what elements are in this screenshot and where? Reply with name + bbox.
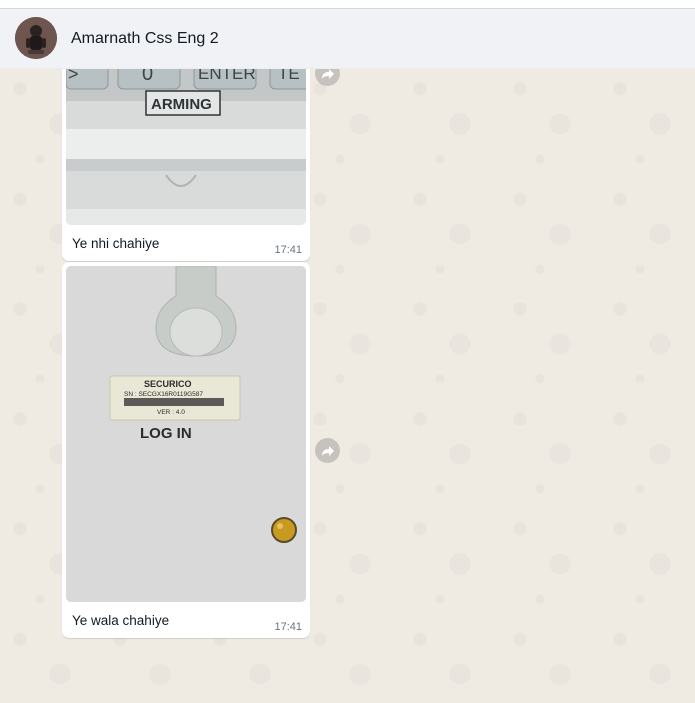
label-brand: SECURICO [144, 379, 192, 389]
keypad-key-zero: 0 [142, 69, 153, 85]
panel-label-arming: ARMING [151, 96, 212, 113]
message-caption-2: Ye wala chahiye [72, 613, 170, 628]
label-serial: SN : SECGX16R0119G587 [124, 391, 203, 398]
keypad-key-partial: TE [278, 69, 300, 83]
message-caption-1: Ye nhi chahiye [72, 236, 160, 251]
message-photo-1[interactable]: > 0 ENTER TE ARMING [66, 69, 306, 225]
keypad-key-enter: ENTER [198, 69, 256, 83]
contact-avatar[interactable] [15, 17, 57, 59]
message-bubble-1[interactable]: > 0 ENTER TE ARMING Ye nhi chahiye 17:41 [62, 69, 310, 261]
avatar-image [15, 17, 57, 59]
label-log-in: LOG IN [140, 425, 192, 442]
svg-text:>: > [68, 69, 79, 84]
message-photo-2[interactable]: SECURICO SN : SECGX16R0119G587 VER : 4.0… [66, 266, 306, 602]
message-time-1: 17:41 [274, 244, 302, 256]
message-time-2: 17:41 [274, 621, 302, 633]
chat-header[interactable]: Amarnath Css Eng 2 [0, 9, 695, 69]
window-top-strip [0, 0, 695, 9]
label-version: VER : 4.0 [157, 409, 185, 416]
forward-arrow-icon[interactable] [315, 438, 340, 463]
message-bubble-2[interactable]: SECURICO SN : SECGX16R0119G587 VER : 4.0… [62, 262, 310, 638]
message-list[interactable]: > 0 ENTER TE ARMING Ye nhi chahiye 17:41 [0, 69, 695, 703]
chat-title[interactable]: Amarnath Css Eng 2 [71, 30, 219, 48]
forward-arrow-icon[interactable] [315, 69, 340, 86]
